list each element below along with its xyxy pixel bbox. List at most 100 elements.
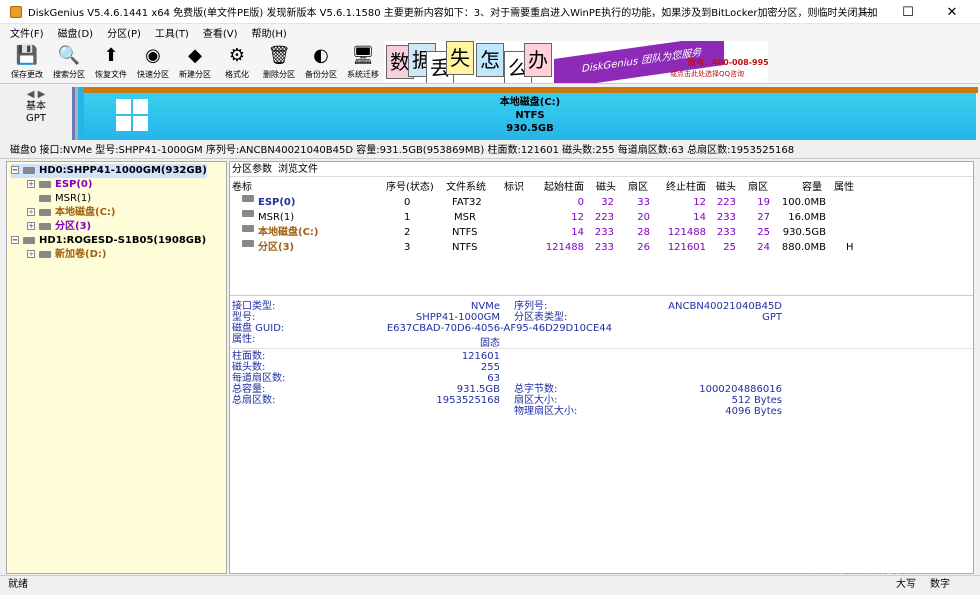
menu-tools[interactable]: 工具(T) bbox=[155, 25, 189, 40]
col-fs[interactable]: 文件系统 bbox=[446, 180, 486, 195]
row-end-cyl: 121488 bbox=[667, 227, 706, 238]
recover-icon: ⬆ bbox=[103, 45, 119, 66]
row-name: MSR(1) bbox=[258, 212, 295, 223]
row-start-sector: 20 bbox=[637, 212, 650, 223]
tree-partition-c[interactable]: + 本地磁盘(C:) bbox=[27, 206, 115, 220]
guid-label: 磁盘 GUID: bbox=[232, 323, 285, 334]
row-fs: MSR bbox=[454, 212, 476, 223]
row-end-sector: 25 bbox=[757, 227, 770, 238]
next-disk-button[interactable]: ▶ bbox=[38, 89, 46, 100]
watermark-logo: 值 什么值得买 bbox=[810, 557, 912, 576]
partition-c-block[interactable]: 本地磁盘(C:) NTFS 930.5GB bbox=[84, 93, 976, 140]
total-bytes-label: 总字节数: bbox=[514, 384, 558, 395]
quick-partition-icon: ◉ bbox=[145, 45, 161, 66]
row-attr: H bbox=[846, 242, 854, 253]
new-partition-button[interactable]: ◆ 新建分区 bbox=[174, 42, 216, 82]
row-start-sector: 28 bbox=[637, 227, 650, 238]
col-end-cyl[interactable]: 终止柱面 bbox=[666, 180, 706, 195]
col-seq[interactable]: 序号(状态) bbox=[386, 180, 434, 195]
caps-indicator: 大写 bbox=[896, 579, 916, 590]
total-sectors-value: 1953525168 bbox=[436, 395, 500, 406]
quick-partition-button[interactable]: ◉ 快速分区 bbox=[132, 42, 174, 82]
tree-disk-hd1[interactable]: − HD1:ROGESD-S1B05(1908GB) bbox=[11, 234, 206, 248]
table-row[interactable]: 本地磁盘(C:) 2 NTFS 14 233 28 121488 233 25 … bbox=[230, 225, 856, 240]
tree-partition-d[interactable]: + 新加卷(D:) bbox=[27, 248, 106, 262]
col-end-head[interactable]: 磁头 bbox=[716, 180, 736, 195]
total-bytes-value: 1000204886016 bbox=[699, 384, 782, 395]
tab-partition-params[interactable]: 分区参数 bbox=[232, 162, 272, 177]
menu-partition[interactable]: 分区(P) bbox=[107, 25, 141, 40]
interface-value: NVMe bbox=[470, 301, 500, 312]
table-row[interactable]: MSR(1) 1 MSR 12 223 20 14 233 27 16.0MB bbox=[230, 210, 856, 225]
save-button[interactable]: 💾 保存更改 bbox=[6, 42, 48, 82]
tree-partition-esp[interactable]: + ESP(0) bbox=[27, 178, 92, 192]
disk-type-panel: ◀ ▶ 基本 GPT bbox=[0, 85, 72, 142]
col-start-head[interactable]: 磁头 bbox=[596, 180, 616, 195]
recover-files-button[interactable]: ⬆ 恢复文件 bbox=[90, 42, 132, 82]
col-end-sector[interactable]: 扇区 bbox=[748, 180, 768, 195]
row-seq: 3 bbox=[404, 242, 411, 253]
detail-pane: 分区参数 浏览文件 卷标 序号(状态) 文件系统 标识 起始柱面 磁头 扇区 终… bbox=[229, 161, 974, 574]
row-name: ESP(0) bbox=[258, 197, 296, 208]
menu-disk[interactable]: 磁盘(D) bbox=[58, 25, 94, 40]
menu-file[interactable]: 文件(F) bbox=[10, 25, 44, 40]
backup-partition-button[interactable]: ◐ 备份分区 bbox=[300, 42, 342, 82]
col-start-cyl[interactable]: 起始柱面 bbox=[544, 180, 584, 195]
expand-icon[interactable]: + bbox=[27, 222, 35, 230]
table-header: 卷标 序号(状态) 文件系统 标识 起始柱面 磁头 扇区 终止柱面 磁头 扇区 … bbox=[230, 180, 856, 195]
minimize-button[interactable]: — bbox=[846, 0, 886, 24]
collapse-icon[interactable]: − bbox=[11, 166, 19, 174]
format-icon: ⚙ bbox=[228, 45, 246, 66]
heads-value: 255 bbox=[480, 362, 500, 373]
search-partition-button[interactable]: 🔍 搜索分区 bbox=[48, 42, 90, 82]
col-start-sector[interactable]: 扇区 bbox=[628, 180, 648, 195]
col-id[interactable]: 标识 bbox=[504, 180, 524, 195]
menu-help[interactable]: 帮助(H) bbox=[252, 25, 287, 40]
row-end-cyl: 121601 bbox=[667, 242, 706, 253]
help-banner[interactable]: 数 据 丢 失 怎 么 办 DiskGenius 团队为您服务 致电：400-0… bbox=[384, 41, 768, 83]
partition-icon bbox=[242, 240, 254, 247]
delete-partition-label: 删除分区 bbox=[263, 70, 295, 79]
row-start-head: 233 bbox=[594, 227, 614, 238]
sectors-per-track-value: 63 bbox=[487, 373, 500, 384]
col-capacity[interactable]: 容量 bbox=[802, 180, 822, 195]
system-migrate-button[interactable]: 🖥 系统迁移 bbox=[342, 42, 384, 82]
row-start-head: 223 bbox=[594, 212, 614, 223]
maximize-button[interactable]: ☐ bbox=[888, 0, 928, 24]
title-bar: DiskGenius V5.4.6.1441 x64 免费版(单文件PE版) 发… bbox=[0, 0, 980, 24]
partition-icon bbox=[242, 225, 254, 232]
collapse-icon[interactable]: − bbox=[11, 236, 19, 244]
tree-partition-3[interactable]: + 分区(3) bbox=[27, 220, 91, 234]
expand-icon[interactable]: + bbox=[27, 180, 35, 188]
banner-qq-link[interactable]: 或点击此处选择QQ咨询 bbox=[670, 69, 744, 79]
expand-icon[interactable]: + bbox=[27, 208, 35, 216]
sectors-per-track-label: 每道扇区数: bbox=[232, 373, 286, 384]
row-seq: 1 bbox=[404, 212, 411, 223]
col-attr[interactable]: 属性 bbox=[834, 180, 854, 195]
tree-disk-hd1-label: HD1:ROGESD-S1B05(1908GB) bbox=[39, 235, 207, 246]
delete-partition-button[interactable]: 🗑 删除分区 bbox=[258, 42, 300, 82]
tree-partition-msr[interactable]: MSR(1) bbox=[39, 192, 91, 206]
tab-browse-files[interactable]: 浏览文件 bbox=[278, 162, 318, 177]
row-end-cyl: 14 bbox=[693, 212, 706, 223]
tree-disk-hd0[interactable]: − HD0:SHPP41-1000GM(932GB) bbox=[11, 164, 207, 178]
menu-view[interactable]: 查看(V) bbox=[203, 25, 238, 40]
row-end-sector: 27 bbox=[757, 212, 770, 223]
table-row[interactable]: 分区(3) 3 NTFS 121488 233 26 121601 25 24 … bbox=[230, 240, 856, 255]
partition-c-size: 930.5GB bbox=[506, 123, 554, 134]
expand-icon[interactable]: + bbox=[27, 250, 35, 258]
col-volume[interactable]: 卷标 bbox=[232, 180, 252, 195]
partition-c-fs: NTFS bbox=[515, 110, 545, 121]
search-partition-label: 搜索分区 bbox=[53, 70, 85, 79]
cylinders-value: 121601 bbox=[461, 351, 500, 362]
row-seq: 2 bbox=[404, 227, 411, 238]
backup-partition-label: 备份分区 bbox=[305, 70, 337, 79]
row-end-head: 223 bbox=[716, 197, 736, 208]
close-button[interactable]: ✕ bbox=[932, 0, 972, 24]
table-row[interactable]: ESP(0) 0 FAT32 0 32 33 12 223 19 100.0MB bbox=[230, 195, 856, 210]
heads-label: 磁头数: bbox=[232, 362, 266, 373]
row-end-head: 233 bbox=[716, 227, 736, 238]
row-capacity: 930.5GB bbox=[782, 227, 826, 238]
format-button[interactable]: ⚙ 格式化 bbox=[216, 42, 258, 82]
prev-disk-button[interactable]: ◀ bbox=[27, 89, 35, 100]
